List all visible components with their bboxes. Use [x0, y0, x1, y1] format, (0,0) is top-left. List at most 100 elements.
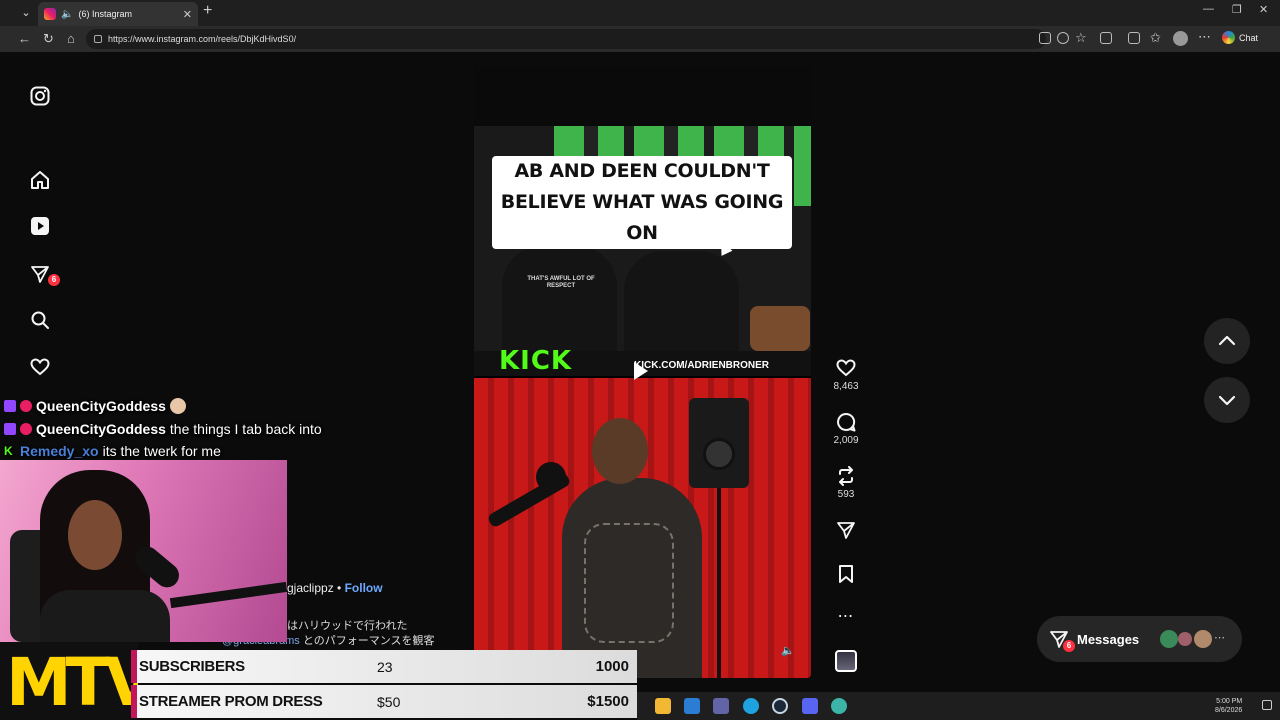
hoodie-graphic	[584, 523, 674, 643]
chat-label: Chat	[1239, 32, 1259, 43]
audio-thumbnail[interactable]	[835, 650, 857, 672]
close-window-icon[interactable]: ✕	[1259, 3, 1268, 16]
like-count: 8,463	[833, 381, 859, 392]
goal-current: $50	[377, 693, 401, 710]
search-nav-icon[interactable]	[30, 310, 50, 330]
bookmark-icon[interactable]	[836, 564, 856, 584]
extensions-icon[interactable]	[1100, 32, 1112, 44]
goal-bar-subscribers: SUBSCRIBERS 23 1000	[131, 650, 637, 683]
dot-separator: •	[337, 581, 345, 595]
microphone	[536, 462, 566, 492]
follow-button[interactable]: Follow	[345, 581, 383, 595]
caption-line-1: AB AND DEEN COULDN'T	[514, 160, 770, 182]
copilot-chat-button[interactable]: Chat	[1222, 31, 1258, 44]
profile-avatar[interactable]	[1173, 31, 1188, 46]
zoom-icon[interactable]	[1057, 32, 1069, 44]
instagram-logo-icon[interactable]	[30, 86, 50, 106]
play-icon[interactable]	[634, 362, 648, 380]
tab-title: (6) Instagram	[78, 9, 132, 19]
steam-icon[interactable]	[772, 698, 788, 714]
goal-bar-prom-dress: STREAMER PROM DRESS $50 $1500	[131, 685, 637, 718]
browser-essentials-icon[interactable]	[1128, 32, 1140, 44]
logo-letters: MTV	[6, 644, 138, 720]
edge-icon[interactable]	[743, 698, 759, 714]
volume-icon[interactable]: 🔈	[781, 644, 795, 657]
comment-count: 2,009	[833, 435, 859, 446]
back-arrow-icon[interactable]: ←	[18, 30, 31, 48]
notifications-badge: 6	[48, 274, 60, 286]
copilot-icon	[1222, 31, 1235, 44]
app-icon[interactable]	[831, 698, 847, 714]
speaker-icon[interactable]: 🔈	[61, 9, 73, 20]
kick-badge-icon: K	[4, 444, 13, 458]
streamer-face	[68, 500, 122, 570]
more-dots-icon[interactable]: ⋯	[831, 606, 861, 626]
browser-toolbar: ← ↻ ⌂ https://www.instagram.com/reels/Db…	[0, 26, 1280, 52]
like-action[interactable]: 8,463	[831, 358, 861, 392]
chat-text: its the twerk for me	[102, 443, 221, 459]
repost-count: 593	[837, 489, 855, 500]
file-explorer-icon[interactable]	[655, 698, 671, 714]
post-username[interactable]: gjaclippz	[287, 581, 334, 595]
comment-action[interactable]: 2,009	[831, 412, 861, 446]
performer-head	[592, 418, 648, 484]
streamer-body	[40, 590, 170, 642]
messages-badge: 6	[1063, 640, 1075, 652]
repost-action[interactable]: 593	[831, 466, 861, 500]
chevron-down-icon	[1218, 395, 1236, 406]
comment-icon[interactable]	[836, 412, 856, 432]
clock-date: 8/6/2026	[1215, 707, 1243, 714]
home-nav-icon[interactable]	[30, 170, 50, 190]
share-action[interactable]	[831, 520, 861, 540]
twitch-badge-icon	[4, 400, 16, 412]
teams-icon[interactable]	[713, 698, 729, 714]
messages-nav-icon[interactable]	[30, 264, 50, 284]
save-action[interactable]	[831, 564, 861, 584]
reel-bottom-scene	[474, 378, 811, 678]
share-send-icon[interactable]	[836, 520, 856, 540]
more-options-icon[interactable]: ⋯	[1198, 28, 1211, 46]
reel-top-scene: THAT'S AWFUL LOT OF RESPECT AB AND DEEN …	[474, 126, 811, 376]
home-icon[interactable]: ⌂	[67, 30, 75, 48]
tab-list-chevron-icon[interactable]: ⌄	[16, 4, 36, 22]
shirt-text-left: THAT'S AWFUL LOT OF RESPECT	[527, 276, 595, 289]
site-info-icon[interactable]	[94, 35, 102, 43]
windows-taskbar	[637, 692, 1280, 720]
goal-name: SUBSCRIBERS	[139, 658, 245, 675]
reel-video[interactable]: THAT'S AWFUL LOT OF RESPECT AB AND DEEN …	[474, 66, 811, 678]
chat-username: QueenCityGoddess	[36, 421, 166, 437]
browser-tab-instagram[interactable]: 🔈 (6) Instagram ✕	[38, 2, 198, 26]
favorites-icon[interactable]: ✩	[1150, 29, 1161, 47]
screen: ⌄ 🔈 (6) Instagram ✕ + — ❐ ✕ ← ↻ ⌂ https:…	[0, 0, 1280, 720]
notification-icon[interactable]	[1262, 700, 1272, 710]
close-tab-icon[interactable]: ✕	[183, 8, 192, 21]
maximize-icon[interactable]: ❐	[1232, 3, 1242, 16]
chat-message-3: K Remedy_xo its the twerk for me	[4, 441, 221, 461]
leather-chair	[750, 306, 810, 351]
heart-nav-icon[interactable]	[30, 357, 50, 377]
caption-line-2: BELIEVE WHAT WAS GOING ON	[500, 191, 784, 244]
reels-nav-icon[interactable]	[30, 216, 50, 236]
goal-target: $1500	[587, 693, 629, 710]
messages-more-icon[interactable]: ⋯	[1214, 631, 1225, 644]
speaker-cabinet	[689, 398, 749, 488]
next-reel-button[interactable]	[1204, 377, 1250, 423]
refresh-icon[interactable]: ↻	[43, 30, 54, 48]
message-avatar-1	[1160, 630, 1178, 648]
chat-username: Remedy_xo	[20, 443, 99, 459]
store-icon[interactable]	[684, 698, 700, 714]
discord-icon[interactable]	[802, 698, 818, 714]
previous-reel-button[interactable]	[1204, 318, 1250, 364]
system-clock[interactable]: 5:00 PM 8/6/2026	[1215, 697, 1242, 715]
address-bar[interactable]: https://www.instagram.com/reels/DbjKdHiv…	[86, 29, 1046, 49]
person-right	[624, 251, 739, 366]
favorite-star-icon[interactable]: ☆	[1075, 29, 1087, 47]
post-caption-line-1: はハリウッドで行われた	[287, 620, 408, 632]
repost-icon[interactable]	[836, 466, 856, 486]
minimize-icon[interactable]: —	[1203, 3, 1214, 15]
new-tab-plus-icon[interactable]: +	[203, 2, 212, 20]
url-text: https://www.instagram.com/reels/DbjKdHiv…	[108, 34, 297, 44]
app-available-icon[interactable]	[1039, 32, 1051, 44]
chat-username: QueenCityGoddess	[36, 398, 166, 414]
like-heart-icon[interactable]	[836, 358, 856, 378]
